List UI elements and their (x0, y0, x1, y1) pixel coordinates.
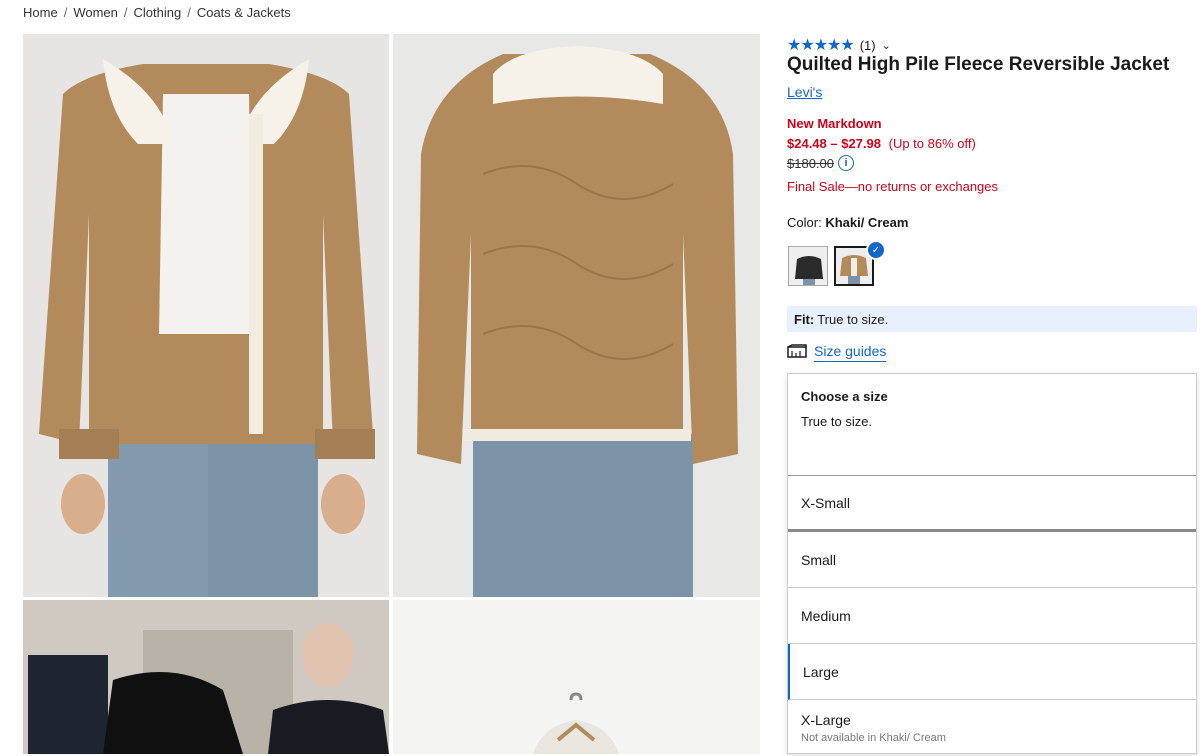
size-dropdown: Choose a size True to size. X-Small Smal… (787, 373, 1197, 754)
product-image-front[interactable] (23, 34, 389, 597)
product-image-hanger[interactable] (393, 600, 760, 754)
fit-note: Fit: True to size. (787, 306, 1197, 332)
price-range: $24.48 – $27.98 (787, 136, 881, 151)
color-value: Khaki/ Cream (825, 215, 909, 230)
fit-value: True to size. (817, 311, 889, 327)
size-dropdown-heading: Choose a size (801, 389, 888, 404)
rating[interactable]: ★★★★★ (1) ⌄ (787, 35, 891, 55)
chevron-down-icon[interactable]: ⌄ (882, 39, 891, 52)
video-thumbnail[interactable] (23, 600, 389, 754)
breadcrumb-separator: / (63, 5, 68, 20)
sale-price: $24.48 – $27.98 (Up to 86% off) (787, 136, 976, 151)
final-sale-notice: Final Sale—no returns or exchanges (787, 179, 999, 194)
brand-link[interactable]: Levi's (787, 84, 822, 100)
breadcrumb-women[interactable]: Women (73, 5, 118, 20)
size-option-label: Small (801, 551, 837, 568)
size-option-x-large[interactable]: X-Large Not available in Khaki/ Cream (788, 700, 1196, 756)
size-option-small[interactable]: Small (788, 532, 1196, 588)
color-swatch-black[interactable] (788, 246, 828, 286)
size-option-label: X-Small (801, 494, 851, 511)
size-option-label: Large (803, 663, 839, 680)
breadcrumb: Home / Women / Clothing / Coats & Jacket… (23, 5, 291, 20)
star-rating-icon: ★★★★★ (787, 37, 855, 54)
rating-count: (1) (859, 37, 876, 53)
size-guides-link[interactable]: Size guides (787, 343, 887, 362)
breadcrumb-home[interactable]: Home (23, 5, 58, 20)
breadcrumb-separator: / (187, 5, 191, 20)
original-price: $180.00 i (787, 155, 854, 171)
product-image-back[interactable] (393, 34, 760, 597)
ruler-icon (787, 344, 807, 361)
discount-text: (Up to 86% off) (888, 136, 976, 151)
info-icon[interactable]: i (838, 155, 854, 171)
breadcrumb-clothing[interactable]: Clothing (134, 5, 182, 20)
size-dropdown-header: Choose a size True to size. (788, 374, 1196, 476)
breadcrumb-coats-jackets[interactable]: Coats & Jackets (197, 5, 291, 20)
original-price-value: $180.00 (787, 155, 834, 171)
size-option-label: X-Large (801, 712, 851, 728)
color-label: Color: Khaki/ Cream (787, 215, 908, 230)
size-option-large[interactable]: Large (788, 644, 1196, 700)
breadcrumb-separator: / (123, 5, 128, 20)
checkmark-icon: ✓ (866, 240, 886, 260)
size-guides-label: Size guides (814, 343, 887, 362)
color-label-text: Color: (787, 215, 822, 230)
size-option-availability: Not available in Khaki/ Cream (801, 732, 946, 744)
fit-label: Fit: (794, 311, 815, 327)
size-option-medium[interactable]: Medium (788, 588, 1196, 644)
size-dropdown-subheading: True to size. (801, 414, 873, 429)
product-title: Quilted High Pile Fleece Reversible Jack… (787, 54, 1170, 75)
size-option-label: Medium (801, 607, 851, 624)
markdown-label: New Markdown (787, 116, 882, 131)
size-option-x-small[interactable]: X-Small (788, 476, 1196, 532)
